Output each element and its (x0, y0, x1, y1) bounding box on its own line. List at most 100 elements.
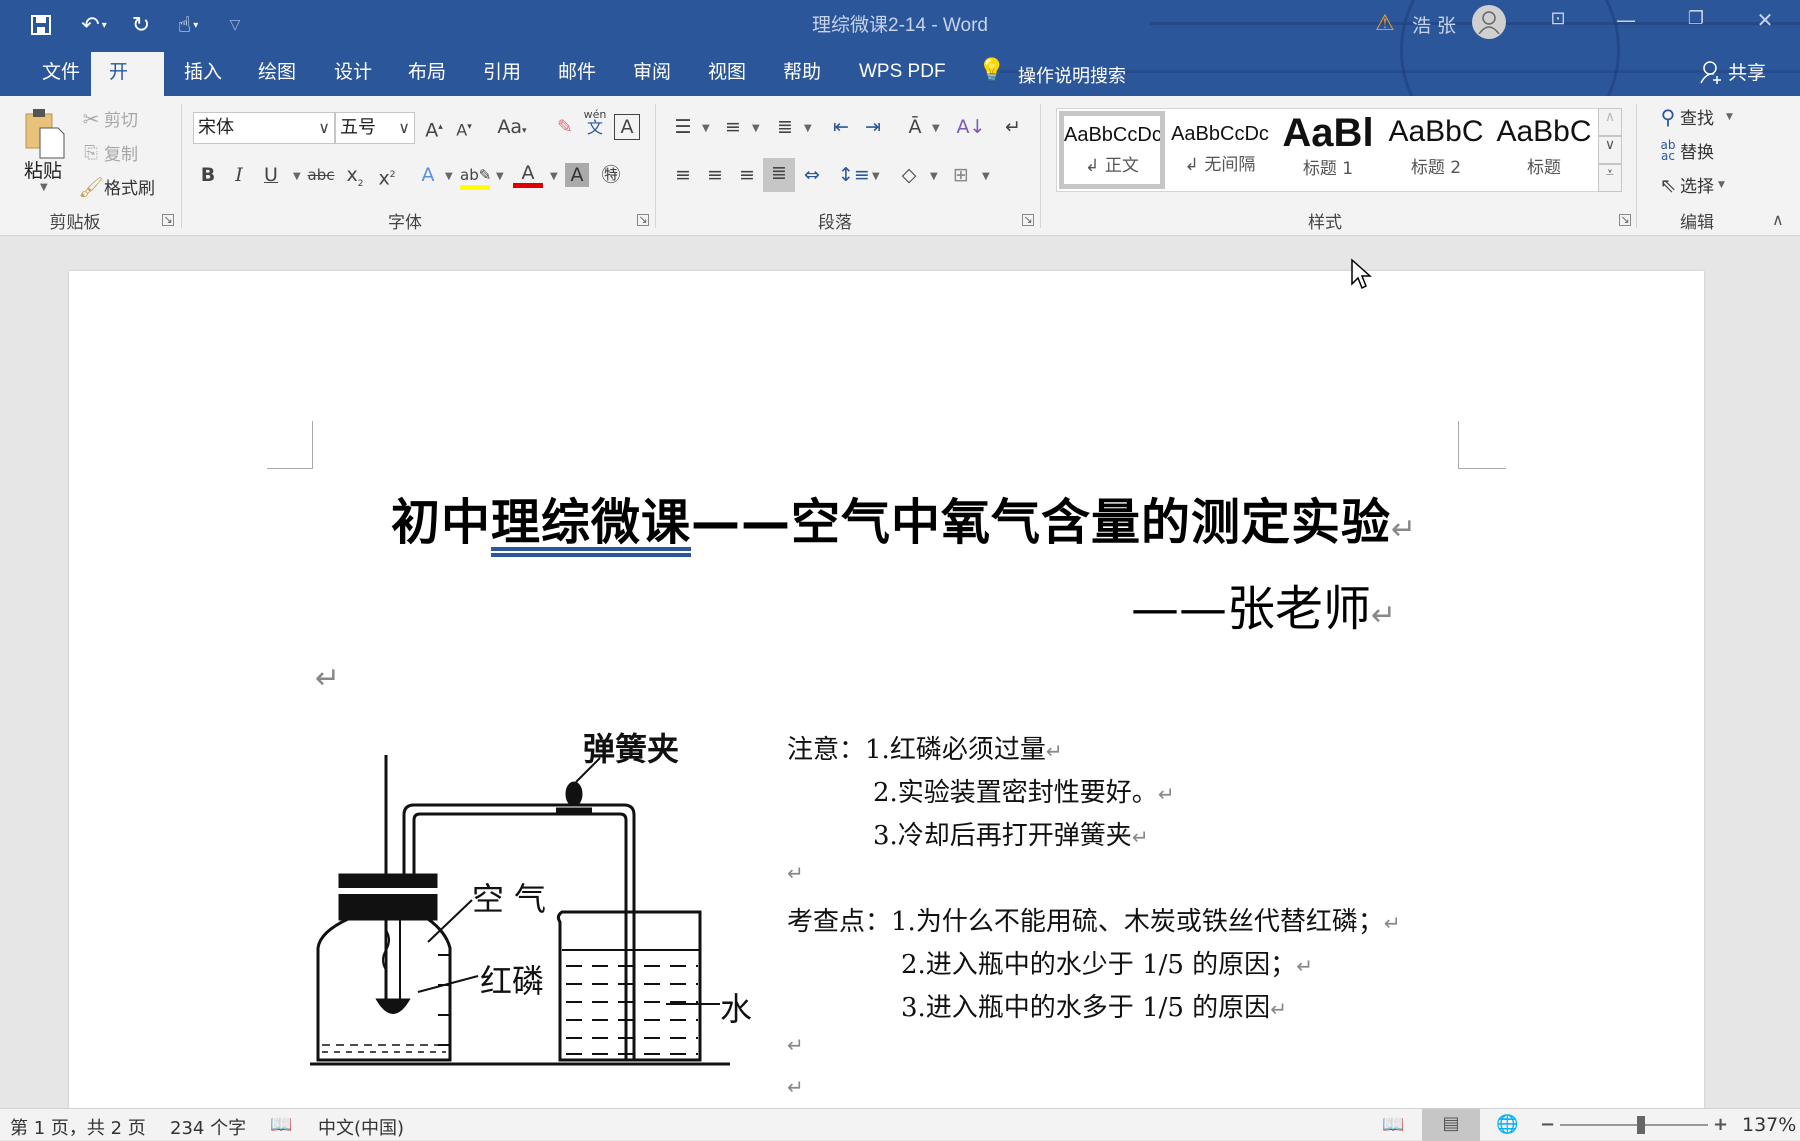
share-button[interactable]: 共享 (1700, 58, 1766, 85)
tell-me-search[interactable]: 操作说明搜索 (1018, 62, 1126, 88)
style-normal[interactable]: AaBbCcDc ↲ 正文 (1059, 111, 1165, 189)
font-size-combo[interactable]: 五号 ∨ (335, 112, 415, 144)
zoom-out-button[interactable]: − (1540, 1114, 1555, 1135)
decrease-indent-icon[interactable]: ⇤ (826, 112, 856, 142)
styles-scroll-up-icon[interactable]: ∧ (1598, 108, 1622, 136)
bullets-icon[interactable]: ☰ (668, 112, 698, 142)
zoom-slider-thumb[interactable] (1636, 1116, 1645, 1134)
zoom-slider-track[interactable] (1560, 1124, 1708, 1126)
grow-font-icon[interactable]: A▴ (419, 112, 449, 142)
align-left-icon[interactable]: ≡ (668, 160, 698, 190)
tab-design[interactable]: 设计 (316, 52, 390, 96)
copy-button[interactable]: ⎘ 复制 (78, 140, 138, 166)
underline-icon[interactable]: U (256, 160, 286, 190)
ribbon-display-options-button[interactable]: ⊡ (1538, 8, 1578, 29)
change-case-button[interactable]: Aa▾ (490, 112, 534, 142)
read-mode-icon[interactable]: 📖 (1382, 1114, 1404, 1135)
styles-scroll-down-icon[interactable]: ∨ (1598, 136, 1622, 164)
font-launcher-icon[interactable]: ↘ (637, 214, 649, 226)
avatar[interactable] (1472, 5, 1506, 39)
experiment-diagram[interactable]: 弹簧夹 空气 红磷 水 (300, 700, 780, 1084)
underline-dropdown-icon[interactable]: ▼ (293, 171, 301, 182)
character-border-icon[interactable]: A (614, 114, 640, 140)
subscript-icon[interactable]: x2 (340, 160, 370, 190)
highlight-icon[interactable]: ab✎ (460, 160, 491, 190)
cut-button[interactable]: ✂ 剪切 (78, 106, 138, 132)
word-count[interactable]: 234 个字 (170, 1114, 246, 1140)
style-title[interactable]: AaBbC 标题 (1491, 111, 1597, 189)
tab-draw[interactable]: 绘图 (240, 52, 314, 96)
shrink-font-icon[interactable]: A▾ (449, 112, 479, 142)
tab-layout[interactable]: 布局 (390, 52, 464, 96)
sort-icon[interactable]: A↓ (956, 112, 986, 142)
multilevel-list-icon[interactable]: ≣ (770, 112, 800, 142)
style-no-spacing[interactable]: AaBbCcDc ↲ 无间隔 (1167, 111, 1273, 189)
multilevel-dropdown-icon[interactable]: ▼ (804, 123, 812, 134)
web-layout-icon[interactable]: 🌐 (1496, 1114, 1518, 1135)
minimize-button[interactable]: — (1606, 8, 1646, 32)
print-layout-icon[interactable]: ▤ (1422, 1109, 1480, 1141)
exam-line-2[interactable]: 2.进入瓶中的水少于 1/5 的原因；↵ (901, 944, 1313, 981)
justify-icon[interactable]: ≣ (763, 158, 795, 192)
clear-formatting-icon[interactable]: ✎ (550, 112, 580, 142)
exam-line-3[interactable]: 3.进入瓶中的水多于 1/5 的原因↵ (901, 987, 1287, 1024)
superscript-icon[interactable]: x2 (372, 160, 402, 190)
replace-button[interactable]: ab ac 替换 (1656, 138, 1715, 164)
document-author[interactable]: ——张老师↵ (1131, 569, 1396, 639)
align-right-icon[interactable]: ≡ (732, 160, 762, 190)
font-color-dropdown-icon[interactable]: ▼ (550, 171, 558, 182)
shading-dropdown-icon[interactable]: ▼ (930, 171, 938, 182)
bullets-dropdown-icon[interactable]: ▼ (702, 123, 710, 134)
language[interactable]: 中文(中国) (318, 1114, 404, 1140)
paragraph-launcher-icon[interactable]: ↘ (1022, 214, 1034, 226)
text-effects-dropdown-icon[interactable]: ▼ (445, 171, 453, 182)
borders-dropdown-icon[interactable]: ▼ (982, 171, 990, 182)
borders-icon[interactable]: ⊞ (946, 160, 976, 190)
restore-button[interactable]: ❐ (1676, 8, 1716, 29)
line-spacing-dropdown-icon[interactable]: ▼ (872, 171, 880, 182)
warning-icon[interactable]: ⚠ (1375, 11, 1395, 36)
user-name[interactable]: 浩 张 (1412, 11, 1456, 38)
bold-icon[interactable]: B (193, 160, 223, 190)
paste-label[interactable]: 粘贴 (24, 156, 62, 183)
styles-launcher-icon[interactable]: ↘ (1619, 214, 1631, 226)
italic-icon[interactable]: I (224, 160, 254, 190)
styles-more-icon[interactable]: ⩡ (1598, 164, 1622, 192)
character-shading-icon[interactable]: A (565, 163, 589, 187)
tab-view[interactable]: 视图 (690, 52, 764, 96)
distributed-icon[interactable]: ⇔ (797, 160, 827, 190)
font-color-icon[interactable]: A (513, 158, 543, 188)
notes-line-2[interactable]: 2.实验装置密封性要好。↵ (873, 772, 1175, 809)
tab-wps-pdf[interactable]: WPS PDF (841, 52, 964, 96)
style-heading-2[interactable]: AaBbC 标题 2 (1383, 111, 1489, 189)
tab-home[interactable]: 开始 (91, 52, 164, 96)
line-spacing-icon[interactable]: ↕≡ (838, 160, 870, 190)
document-heading[interactable]: 初中理综微课——空气中氧气含量的测定实验↵ (391, 483, 1417, 554)
page-count[interactable]: 第 1 页，共 2 页 (10, 1114, 146, 1140)
zoom-level[interactable]: 137% (1742, 1114, 1796, 1136)
text-direction-icon[interactable]: Ā (900, 112, 930, 142)
tab-insert[interactable]: 插入 (166, 52, 240, 96)
proofing-icon[interactable]: 📖 (270, 1114, 292, 1135)
close-button[interactable]: ✕ (1745, 8, 1785, 32)
style-heading-1[interactable]: AaBl 标题 1 (1275, 111, 1381, 189)
notes-line-1[interactable]: 注意：1.红磷必须过量↵ (787, 729, 1063, 766)
tab-help[interactable]: 帮助 (765, 52, 839, 96)
clipboard-launcher-icon[interactable]: ↘ (162, 214, 174, 226)
text-direction-dropdown-icon[interactable]: ▼ (932, 123, 940, 134)
highlight-dropdown-icon[interactable]: ▼ (496, 171, 504, 182)
text-effects-icon[interactable]: A (413, 160, 443, 190)
shading-icon[interactable]: ◇ (894, 160, 924, 190)
exam-line-1[interactable]: 考查点：1.为什么不能用硫、木炭或铁丝代替红磷；↵ (787, 901, 1401, 938)
strikethrough-icon[interactable]: abc (306, 160, 336, 190)
select-button[interactable]: ⇖ 选择 ▼ (1656, 172, 1725, 198)
find-button[interactable]: ⚲ 查找 ▼ (1656, 104, 1733, 130)
enclose-character-icon[interactable]: ㊕ (596, 160, 626, 190)
numbering-icon[interactable]: ≡ (718, 112, 748, 142)
align-center-icon[interactable]: ≡ (700, 160, 730, 190)
format-painter-button[interactable]: 🖌 格式刷 (78, 174, 155, 200)
zoom-in-button[interactable]: + (1713, 1114, 1728, 1135)
phonetic-guide-icon[interactable]: wén 文 (580, 108, 610, 138)
paste-dropdown-icon[interactable]: ▼ (40, 182, 48, 193)
font-name-combo[interactable]: 宋体 ∨ (193, 112, 335, 144)
